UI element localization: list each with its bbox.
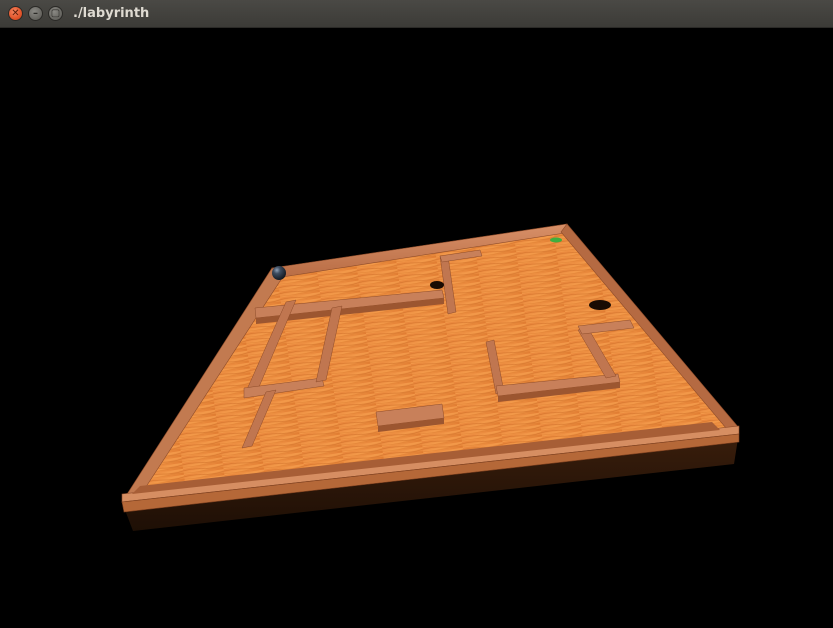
maximize-icon: ▢ [50,7,61,19]
close-window-button[interactable]: ✕ [8,6,23,21]
minimize-icon: – [33,7,38,19]
game-viewport[interactable] [0,28,833,628]
maximize-window-button[interactable]: ▢ [48,6,63,21]
labyrinth-scene[interactable] [0,28,833,628]
close-icon: ✕ [11,7,20,19]
minimize-window-button[interactable]: – [28,6,43,21]
window-title: ./labyrinth [73,6,150,21]
title-bar[interactable]: ✕ – ▢ ./labyrinth [0,0,833,28]
hole [430,281,444,289]
ball [272,266,286,280]
app-window: ✕ – ▢ ./labyrinth [0,0,833,628]
hole [589,300,611,310]
goal-marker [550,237,562,243]
